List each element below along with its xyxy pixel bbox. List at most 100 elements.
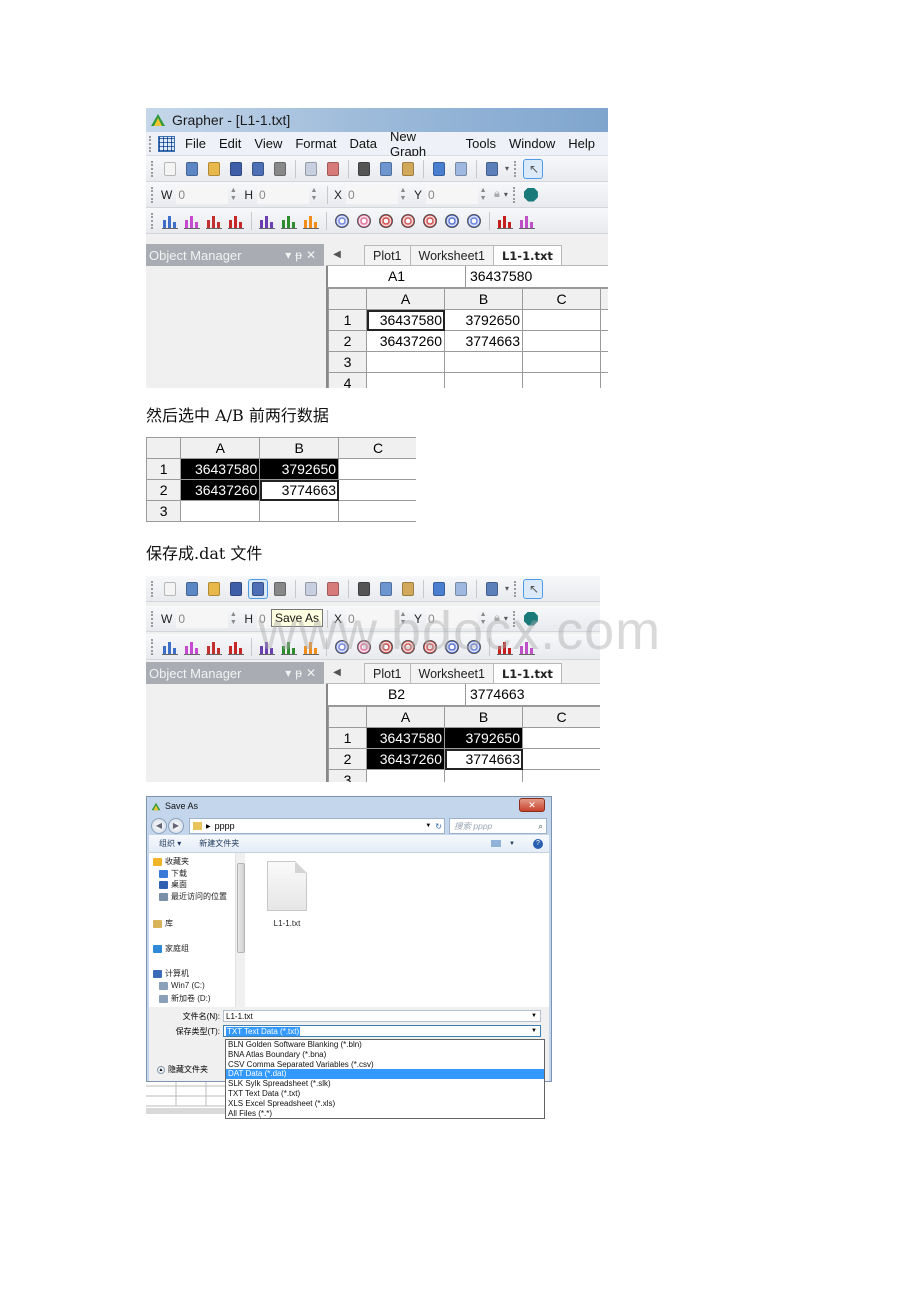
active-cell-value[interactable]: 36437580 — [466, 266, 608, 287]
cell-d4[interactable] — [600, 372, 608, 388]
box-whisker-icon[interactable] — [496, 212, 514, 230]
column-header-d[interactable] — [600, 288, 608, 310]
cell-a1[interactable]: 36437580 — [366, 727, 445, 749]
menu-new-graph[interactable]: New Graph — [390, 129, 453, 159]
row-header[interactable]: 2 — [328, 748, 367, 770]
search-icon[interactable]: ⌕ — [538, 821, 543, 832]
filetype-option[interactable]: TXT Text Data (*.txt) — [226, 1089, 544, 1099]
cell-b2[interactable]: 3774663 — [444, 330, 523, 352]
nav-scrollbar-thumb[interactable] — [237, 863, 245, 953]
export-icon[interactable] — [324, 580, 342, 598]
cell-a2[interactable]: 36437260 — [180, 479, 261, 501]
step-plot-icon[interactable] — [205, 638, 223, 656]
filetype-option[interactable]: All Files (*.*) — [226, 1109, 544, 1119]
polar-vector-icon[interactable] — [443, 212, 461, 230]
close-icon[interactable]: ✕ — [306, 248, 320, 262]
row-header[interactable]: 1 — [328, 309, 367, 331]
row-header[interactable]: 3 — [328, 351, 367, 373]
nav-item[interactable]: 家庭组 — [153, 943, 189, 954]
scatter-plot-icon[interactable] — [183, 212, 201, 230]
forward-button[interactable]: ▶ — [168, 818, 184, 834]
floating-bar-icon[interactable] — [280, 638, 298, 656]
save-icon[interactable] — [227, 580, 245, 598]
toolbar-overflow-icon[interactable]: ▾ — [504, 614, 508, 623]
menubar-grip[interactable] — [149, 135, 155, 152]
toolbar-grip[interactable] — [151, 638, 155, 655]
select-pointer-icon[interactable]: ↖ — [523, 158, 544, 179]
column-header-b[interactable]: B — [444, 288, 523, 310]
toolbar-grip[interactable] — [151, 212, 155, 229]
cell-c3[interactable] — [338, 500, 416, 522]
polar-plot-icon[interactable] — [333, 212, 351, 230]
cell-d2[interactable] — [600, 330, 608, 352]
menu-data[interactable]: Data — [350, 136, 377, 151]
print-icon[interactable] — [271, 160, 289, 178]
cell-b1[interactable]: 3792650 — [259, 458, 340, 480]
whats-this-icon[interactable] — [483, 160, 501, 178]
open-icon[interactable] — [205, 580, 223, 598]
organize-button[interactable]: 组织 ▾ — [159, 838, 181, 849]
whats-this-icon[interactable] — [483, 580, 501, 598]
step-plot-icon[interactable] — [205, 212, 223, 230]
toolbar-overflow-icon[interactable]: ▾ — [505, 584, 509, 593]
position-input[interactable]: 0 — [346, 609, 399, 628]
hide-folders-toggle[interactable]: ▲ 隐藏文件夹 — [157, 1064, 208, 1075]
filetype-select[interactable]: TXT Text Data (*.txt) ▼ — [223, 1025, 541, 1037]
menu-tools[interactable]: Tools — [466, 136, 496, 151]
cell-a2[interactable]: 36437260 — [366, 748, 445, 770]
position-input[interactable]: 0 — [257, 185, 309, 204]
cell-b3[interactable] — [444, 769, 523, 782]
new-folder-button[interactable]: 新建文件夹 — [199, 838, 239, 849]
rose-diagram-icon[interactable] — [377, 212, 395, 230]
nav-item[interactable]: 下载 — [159, 868, 187, 879]
undo-icon[interactable] — [430, 580, 448, 598]
row-header[interactable]: 3 — [328, 769, 367, 782]
new-worksheet-icon[interactable] — [183, 160, 201, 178]
position-input[interactable]: 0 — [346, 185, 399, 204]
cell-a1[interactable]: 36437580 — [366, 309, 445, 331]
pie-chart-icon[interactable] — [355, 212, 373, 230]
polar-plot-icon[interactable] — [333, 638, 351, 656]
toolbar-overflow-icon[interactable]: ▾ — [504, 190, 508, 199]
ternary-plot-icon[interactable] — [421, 638, 439, 656]
filetype-option[interactable]: XLS Excel Spreadsheet (*.xls) — [226, 1099, 544, 1109]
row-header[interactable]: 1 — [146, 458, 182, 480]
nav-item[interactable]: 新加卷 (D:) — [159, 993, 211, 1004]
filetype-option[interactable]: DAT Data (*.dat) — [226, 1069, 544, 1080]
cell-a3[interactable] — [180, 500, 261, 522]
menu-file[interactable]: File — [185, 136, 206, 151]
close-icon[interactable]: ✕ — [306, 666, 320, 680]
tab-plot1[interactable]: Plot1 — [364, 663, 411, 683]
position-input[interactable]: 0 — [176, 609, 229, 628]
bar-chart-icon[interactable] — [258, 212, 276, 230]
file-name-label[interactable]: L1-1.txt — [264, 919, 310, 928]
cell-b1[interactable]: 3792650 — [444, 309, 523, 331]
column-header-a[interactable]: A — [366, 288, 445, 310]
bubble-plot-icon[interactable] — [518, 638, 536, 656]
bar-chart-icon[interactable] — [258, 638, 276, 656]
row-header[interactable]: 3 — [146, 500, 182, 522]
menu-edit[interactable]: Edit — [219, 136, 241, 151]
wind-chart-icon[interactable] — [399, 638, 417, 656]
worksheet-doc-icon[interactable] — [157, 135, 176, 152]
cell-b4[interactable] — [444, 372, 523, 388]
paste-icon[interactable] — [399, 160, 417, 178]
box-whisker-icon[interactable] — [496, 638, 514, 656]
undo-icon[interactable] — [430, 160, 448, 178]
pie-chart-icon[interactable] — [355, 638, 373, 656]
nav-item[interactable]: 库 — [153, 918, 173, 929]
spinner-icon[interactable]: ▲▼ — [398, 187, 408, 203]
spinner-icon[interactable]: ▲▼ — [309, 187, 319, 203]
cell-c2[interactable] — [522, 748, 600, 770]
history-dropdown-icon[interactable]: ▼ — [425, 823, 431, 829]
save-as-icon[interactable] — [248, 578, 268, 599]
dropdown-icon[interactable]: ▾ — [285, 248, 295, 262]
filename-input[interactable]: L1-1.txt ▼ — [223, 1010, 541, 1022]
tab-l1-1-txt[interactable]: L1-1.txt — [492, 245, 562, 265]
toolbar-grip[interactable] — [151, 580, 155, 597]
active-cell-ref[interactable]: B2 — [328, 684, 466, 705]
column-header-a[interactable]: A — [180, 437, 261, 459]
ternary-plot-icon[interactable] — [421, 212, 439, 230]
view-dropdown-icon[interactable]: ▼ — [509, 841, 515, 847]
filetype-dropdown-icon[interactable]: ▼ — [531, 1028, 537, 1034]
